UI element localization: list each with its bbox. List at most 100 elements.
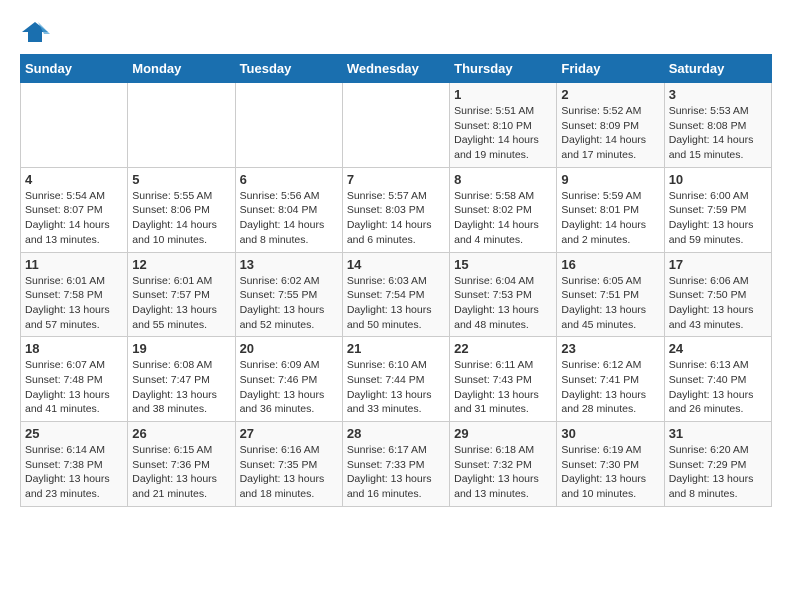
day-info: Sunrise: 6:18 AM Sunset: 7:32 PM Dayligh… xyxy=(454,443,552,502)
day-cell: 9 Sunrise: 5:59 AM Sunset: 8:01 PM Daylig… xyxy=(557,167,664,252)
day-info: Sunrise: 6:00 AM Sunset: 7:59 PM Dayligh… xyxy=(669,189,767,248)
day-number: 28 xyxy=(347,426,445,441)
day-cell: 2 Sunrise: 5:52 AM Sunset: 8:09 PM Daylig… xyxy=(557,83,664,168)
day-number: 13 xyxy=(240,257,338,272)
day-info: Sunrise: 5:54 AM Sunset: 8:07 PM Dayligh… xyxy=(25,189,123,248)
day-cell: 4 Sunrise: 5:54 AM Sunset: 8:07 PM Daylig… xyxy=(21,167,128,252)
day-cell xyxy=(235,83,342,168)
day-number: 18 xyxy=(25,341,123,356)
header-row: SundayMondayTuesdayWednesdayThursdayFrid… xyxy=(21,55,772,83)
day-info: Sunrise: 6:15 AM Sunset: 7:36 PM Dayligh… xyxy=(132,443,230,502)
day-number: 9 xyxy=(561,172,659,187)
day-number: 7 xyxy=(347,172,445,187)
day-cell: 28 Sunrise: 6:17 AM Sunset: 7:33 PM Dayli… xyxy=(342,422,449,507)
day-info: Sunrise: 6:17 AM Sunset: 7:33 PM Dayligh… xyxy=(347,443,445,502)
day-cell: 25 Sunrise: 6:14 AM Sunset: 7:38 PM Dayli… xyxy=(21,422,128,507)
day-cell: 21 Sunrise: 6:10 AM Sunset: 7:44 PM Dayli… xyxy=(342,337,449,422)
day-cell: 30 Sunrise: 6:19 AM Sunset: 7:30 PM Dayli… xyxy=(557,422,664,507)
day-number: 20 xyxy=(240,341,338,356)
day-number: 24 xyxy=(669,341,767,356)
day-cell: 27Sunrise: 6:16 AM Sunset: 7:35 PM Dayli… xyxy=(235,422,342,507)
day-info: Sunrise: 6:06 AM Sunset: 7:50 PM Dayligh… xyxy=(669,274,767,333)
day-number: 6 xyxy=(240,172,338,187)
day-number: 11 xyxy=(25,257,123,272)
day-number: 26 xyxy=(132,426,230,441)
header-monday: Monday xyxy=(128,55,235,83)
day-cell: 19 Sunrise: 6:08 AM Sunset: 7:47 PM Dayli… xyxy=(128,337,235,422)
day-info: Sunrise: 5:58 AM Sunset: 8:02 PM Dayligh… xyxy=(454,189,552,248)
day-cell: 11 Sunrise: 6:01 AM Sunset: 7:58 PM Dayli… xyxy=(21,252,128,337)
day-cell xyxy=(128,83,235,168)
day-number: 25 xyxy=(25,426,123,441)
day-number: 10 xyxy=(669,172,767,187)
day-cell: 16Sunrise: 6:05 AM Sunset: 7:51 PM Dayli… xyxy=(557,252,664,337)
day-number: 14 xyxy=(347,257,445,272)
day-number: 29 xyxy=(454,426,552,441)
day-cell: 10 Sunrise: 6:00 AM Sunset: 7:59 PM Dayli… xyxy=(664,167,771,252)
day-info: Sunrise: 5:52 AM Sunset: 8:09 PM Dayligh… xyxy=(561,104,659,163)
day-info: Sunrise: 6:13 AM Sunset: 7:40 PM Dayligh… xyxy=(669,358,767,417)
day-cell xyxy=(342,83,449,168)
day-info: Sunrise: 6:19 AM Sunset: 7:30 PM Dayligh… xyxy=(561,443,659,502)
day-info: Sunrise: 6:01 AM Sunset: 7:58 PM Dayligh… xyxy=(25,274,123,333)
day-number: 21 xyxy=(347,341,445,356)
day-number: 17 xyxy=(669,257,767,272)
week-row-1: 1Sunrise: 5:51 AM Sunset: 8:10 PM Daylig… xyxy=(21,83,772,168)
day-cell: 26 Sunrise: 6:15 AM Sunset: 7:36 PM Dayli… xyxy=(128,422,235,507)
day-cell: 8 Sunrise: 5:58 AM Sunset: 8:02 PM Daylig… xyxy=(450,167,557,252)
day-info: Sunrise: 6:05 AM Sunset: 7:51 PM Dayligh… xyxy=(561,274,659,333)
day-number: 2 xyxy=(561,87,659,102)
day-info: Sunrise: 5:51 AM Sunset: 8:10 PM Dayligh… xyxy=(454,104,552,163)
day-number: 5 xyxy=(132,172,230,187)
day-info: Sunrise: 6:14 AM Sunset: 7:38 PM Dayligh… xyxy=(25,443,123,502)
week-row-2: 4 Sunrise: 5:54 AM Sunset: 8:07 PM Daylig… xyxy=(21,167,772,252)
header-friday: Friday xyxy=(557,55,664,83)
day-info: Sunrise: 6:01 AM Sunset: 7:57 PM Dayligh… xyxy=(132,274,230,333)
day-cell: 6 Sunrise: 5:56 AM Sunset: 8:04 PM Daylig… xyxy=(235,167,342,252)
day-number: 31 xyxy=(669,426,767,441)
day-info: Sunrise: 5:57 AM Sunset: 8:03 PM Dayligh… xyxy=(347,189,445,248)
page-header xyxy=(20,20,772,44)
day-cell: 3 Sunrise: 5:53 AM Sunset: 8:08 PM Daylig… xyxy=(664,83,771,168)
day-number: 23 xyxy=(561,341,659,356)
day-info: Sunrise: 6:07 AM Sunset: 7:48 PM Dayligh… xyxy=(25,358,123,417)
header-sunday: Sunday xyxy=(21,55,128,83)
day-cell: 17 Sunrise: 6:06 AM Sunset: 7:50 PM Dayli… xyxy=(664,252,771,337)
day-cell: 22Sunrise: 6:11 AM Sunset: 7:43 PM Dayli… xyxy=(450,337,557,422)
day-info: Sunrise: 6:20 AM Sunset: 7:29 PM Dayligh… xyxy=(669,443,767,502)
header-thursday: Thursday xyxy=(450,55,557,83)
day-info: Sunrise: 5:53 AM Sunset: 8:08 PM Dayligh… xyxy=(669,104,767,163)
day-number: 4 xyxy=(25,172,123,187)
header-wednesday: Wednesday xyxy=(342,55,449,83)
header-tuesday: Tuesday xyxy=(235,55,342,83)
day-number: 3 xyxy=(669,87,767,102)
header-saturday: Saturday xyxy=(664,55,771,83)
day-cell: 7 Sunrise: 5:57 AM Sunset: 8:03 PM Daylig… xyxy=(342,167,449,252)
day-number: 27 xyxy=(240,426,338,441)
week-row-3: 11 Sunrise: 6:01 AM Sunset: 7:58 PM Dayli… xyxy=(21,252,772,337)
week-row-5: 25 Sunrise: 6:14 AM Sunset: 7:38 PM Dayli… xyxy=(21,422,772,507)
logo xyxy=(20,20,54,44)
day-cell: 12 Sunrise: 6:01 AM Sunset: 7:57 PM Dayli… xyxy=(128,252,235,337)
day-number: 22 xyxy=(454,341,552,356)
day-cell: 18 Sunrise: 6:07 AM Sunset: 7:48 PM Dayli… xyxy=(21,337,128,422)
day-info: Sunrise: 5:55 AM Sunset: 8:06 PM Dayligh… xyxy=(132,189,230,248)
day-number: 12 xyxy=(132,257,230,272)
day-info: Sunrise: 6:10 AM Sunset: 7:44 PM Dayligh… xyxy=(347,358,445,417)
day-cell: 23Sunrise: 6:12 AM Sunset: 7:41 PM Dayli… xyxy=(557,337,664,422)
day-number: 30 xyxy=(561,426,659,441)
day-info: Sunrise: 5:56 AM Sunset: 8:04 PM Dayligh… xyxy=(240,189,338,248)
day-info: Sunrise: 6:04 AM Sunset: 7:53 PM Dayligh… xyxy=(454,274,552,333)
day-number: 19 xyxy=(132,341,230,356)
day-cell: 5 Sunrise: 5:55 AM Sunset: 8:06 PM Daylig… xyxy=(128,167,235,252)
day-cell: 1Sunrise: 5:51 AM Sunset: 8:10 PM Daylig… xyxy=(450,83,557,168)
day-cell: 29 Sunrise: 6:18 AM Sunset: 7:32 PM Dayli… xyxy=(450,422,557,507)
day-cell: 20Sunrise: 6:09 AM Sunset: 7:46 PM Dayli… xyxy=(235,337,342,422)
day-info: Sunrise: 6:08 AM Sunset: 7:47 PM Dayligh… xyxy=(132,358,230,417)
day-cell xyxy=(21,83,128,168)
day-info: Sunrise: 6:02 AM Sunset: 7:55 PM Dayligh… xyxy=(240,274,338,333)
logo-icon xyxy=(20,20,50,44)
calendar-table: SundayMondayTuesdayWednesdayThursdayFrid… xyxy=(20,54,772,507)
day-number: 8 xyxy=(454,172,552,187)
day-info: Sunrise: 5:59 AM Sunset: 8:01 PM Dayligh… xyxy=(561,189,659,248)
